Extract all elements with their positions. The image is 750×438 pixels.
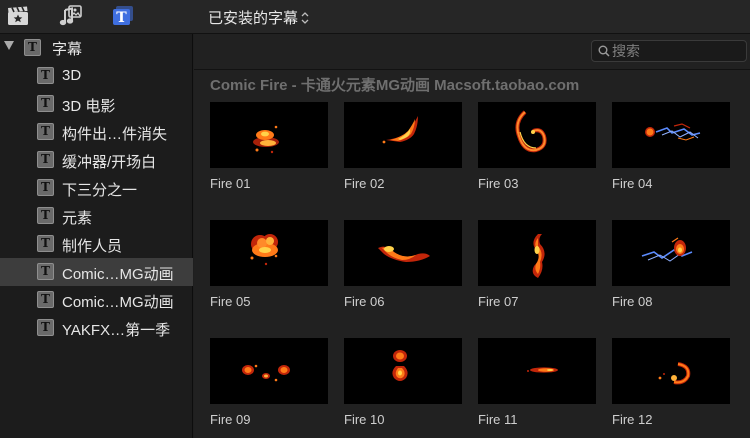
clip-thumbnail[interactable]: [478, 102, 596, 168]
search-field[interactable]: [591, 40, 747, 62]
divider: [194, 69, 750, 70]
clip-thumbnail[interactable]: [344, 102, 462, 168]
clip-fire-02[interactable]: Fire 02: [344, 102, 462, 191]
clip-fire-05[interactable]: Fire 05: [210, 220, 328, 309]
sidebar-item-2[interactable]: T 3D 电影: [0, 90, 193, 118]
sidebar-item-9[interactable]: T Comic…MG动画: [0, 286, 193, 314]
clip-fire-04[interactable]: Fire 04: [612, 102, 730, 191]
clip-fire-11[interactable]: Fire 11: [478, 338, 596, 427]
clip-name: Fire 11: [478, 412, 518, 427]
clip-name: Fire 03: [478, 176, 519, 191]
sidebar-item-label: 缓冲器/开场白: [62, 154, 157, 171]
clip-fire-09[interactable]: Fire 09: [210, 338, 328, 427]
clip-thumbnail[interactable]: [478, 338, 596, 404]
library-title: 已安装的字幕: [208, 10, 299, 27]
clip-fire-08[interactable]: Fire 08: [612, 220, 730, 309]
clip-name: Fire 10: [344, 412, 385, 427]
clip-thumbnail[interactable]: [344, 338, 462, 404]
clip-name: Fire 02: [344, 176, 385, 191]
clip-thumbnail[interactable]: [344, 220, 462, 286]
library-title-popup[interactable]: 已安装的字幕: [208, 7, 309, 28]
sidebar-item-4[interactable]: T 缓冲器/开场白: [0, 146, 193, 174]
clip-thumbnail[interactable]: [612, 338, 730, 404]
title-t-icon: T: [37, 263, 54, 280]
disclosure-triangle-icon[interactable]: [4, 41, 14, 50]
titles-icon[interactable]: T: [110, 4, 136, 28]
clip-name: Fire 06: [344, 294, 385, 309]
sidebar-item-label: 构件出…件消失: [62, 126, 168, 143]
clip-fire-07[interactable]: Fire 07: [478, 220, 596, 309]
title-t-icon: T: [37, 319, 54, 336]
clip-fire-06[interactable]: Fire 06: [344, 220, 462, 309]
title-t-icon: T: [24, 39, 41, 56]
title-t-icon: T: [37, 179, 54, 196]
search-input[interactable]: [612, 42, 742, 60]
clapper-star-icon[interactable]: [5, 4, 31, 28]
browser-toolbar: T 已安装的字幕: [0, 0, 750, 34]
clip-name: Fire 08: [612, 294, 653, 309]
sidebar-item-10[interactable]: T YAKFX…第一季: [0, 314, 193, 342]
title-t-icon: T: [37, 67, 54, 84]
clip-thumbnail[interactable]: [210, 220, 328, 286]
clip-fire-12[interactable]: Fire 12: [612, 338, 730, 427]
sidebar-item-label: 字幕: [52, 41, 83, 58]
clip-thumbnail[interactable]: [478, 220, 596, 286]
svg-text:T: T: [116, 10, 127, 26]
sidebar-item-label: 制作人员: [62, 238, 123, 255]
titles-browser: Comic Fire - 卡通火元素MG动画 Macsoft.taobao.co…: [194, 34, 750, 438]
sidebar-root-titles[interactable]: T 字幕: [0, 34, 193, 62]
search-icon: [598, 45, 610, 57]
sidebar-item-label: 3D: [62, 67, 82, 84]
sidebar-item-8[interactable]: T Comic…MG动画: [0, 258, 193, 286]
sidebar-item-label: 元素: [62, 210, 93, 227]
title-t-icon: T: [37, 95, 54, 112]
clip-fire-10[interactable]: Fire 10: [344, 338, 462, 427]
clip-name: Fire 07: [478, 294, 519, 309]
title-t-icon: T: [37, 151, 54, 168]
group-header: Comic Fire - 卡通火元素MG动画 Macsoft.taobao.co…: [210, 77, 580, 94]
clip-name: Fire 09: [210, 412, 251, 427]
title-t-icon: T: [37, 207, 54, 224]
clip-thumbnail[interactable]: [210, 338, 328, 404]
clip-thumbnail[interactable]: [612, 102, 730, 168]
sidebar-item-5[interactable]: T 下三分之一: [0, 174, 193, 202]
sidebar-item-1[interactable]: T 3D: [0, 62, 193, 90]
title-t-icon: T: [37, 291, 54, 308]
sidebar-item-label: 3D 电影: [62, 98, 116, 115]
sidebar-item-label: Comic…MG动画: [62, 266, 174, 283]
clip-thumbnail[interactable]: [210, 102, 328, 168]
titles-sidebar: T 字幕 T 3D T 3D 电影 T 构件出…件消失 T 缓冲器/开场白 T 下三分之一 T 元素 T…: [0, 34, 193, 438]
sidebar-item-label: 下三分之一: [62, 182, 138, 199]
title-t-icon: T: [37, 123, 54, 140]
clip-fire-03[interactable]: Fire 03: [478, 102, 596, 191]
clip-name: Fire 04: [612, 176, 653, 191]
title-t-icon: T: [37, 235, 54, 252]
clip-name: Fire 05: [210, 294, 251, 309]
sidebar-item-3[interactable]: T 构件出…件消失: [0, 118, 193, 146]
clip-fire-01[interactable]: Fire 01: [210, 102, 328, 191]
sidebar-item-7[interactable]: T 制作人员: [0, 230, 193, 258]
music-photo-icon[interactable]: [58, 4, 84, 28]
sidebar-item-label: YAKFX…第一季: [62, 322, 171, 339]
clip-name: Fire 01: [210, 176, 251, 191]
sidebar-item-label: Comic…MG动画: [62, 294, 174, 311]
sidebar-item-6[interactable]: T 元素: [0, 202, 193, 230]
chevron-updown-icon: [301, 11, 309, 25]
clip-thumbnail[interactable]: [612, 220, 730, 286]
clip-name: Fire 12: [612, 412, 653, 427]
